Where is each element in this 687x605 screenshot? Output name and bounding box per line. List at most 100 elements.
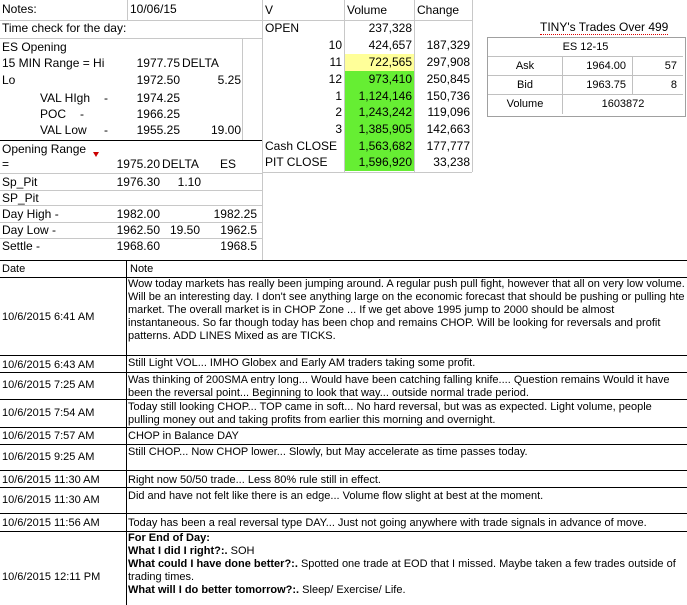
volume-row-change: 250,845 [426, 72, 470, 86]
volume-row-change: 119,096 [427, 105, 471, 119]
day-low-label: Day Low - [2, 223, 57, 237]
log-entry-note: Was thinking of 200SMA entry long... Wou… [128, 374, 670, 399]
val-low-dash: - [104, 123, 108, 137]
volume-col-change: Change [417, 3, 460, 17]
volume-label: Volume [488, 95, 563, 114]
volume-row-label: Cash CLOSE [265, 139, 338, 153]
volume-row-label: 3 [335, 122, 342, 136]
log-entry-note: Still CHOP... Now CHOP lower... Slowly, … [128, 446, 528, 458]
volume-row-label: PIT CLOSE [265, 155, 328, 169]
settle-value: 1968.60 [116, 239, 160, 253]
log-entry-date: 10/6/2015 11:30 AM [2, 494, 100, 506]
log-entry-note: Did and have not felt like there is an e… [128, 490, 544, 502]
did-right-label: What I did I right?:. [128, 545, 228, 557]
log-col-date: Date [2, 263, 26, 275]
volume-row-change: 142,663 [426, 122, 470, 136]
do-better-label: What will I do better tomorrow?:. [128, 584, 300, 596]
range-hi-value: 1977.75 [136, 56, 180, 70]
volume-row-change: 177,777 [426, 139, 470, 153]
volume-col-v: V [265, 3, 274, 17]
day-low-delta: 19.50 [169, 223, 200, 237]
volume-value: 1603872 [601, 98, 645, 110]
opening-range-value: 1975.20 [116, 157, 160, 171]
volume-row-change: 297,908 [426, 55, 470, 69]
did-right-text: SOH [227, 545, 255, 557]
log-entry-date: 10/6/2015 7:57 AM [2, 430, 95, 442]
volume-row-volume: 1,596,920 [345, 154, 414, 171]
date-value: 10/06/15 [130, 2, 177, 16]
lo-delta: 5.25 [217, 73, 241, 87]
volume-row-label: OPEN [265, 21, 300, 35]
log-entry-note: Today has been a real reversal type DAY.… [128, 517, 647, 529]
contract-label: ES 12-15 [488, 38, 683, 57]
volume-row-label: 11 [329, 55, 342, 69]
opening-range-label: Opening Range [2, 142, 87, 156]
bid-label: Bid [488, 76, 563, 95]
val-high-dash: - [104, 91, 108, 105]
log-col-note: Note [130, 263, 154, 275]
day-high-label: Day High - [2, 207, 59, 221]
val-low-value: 1955.25 [136, 123, 180, 137]
log-entry-note: Today still looking CHOP... TOP came in … [128, 401, 652, 426]
day-low-value: 1962.50 [116, 223, 160, 237]
ask-size: 57 [633, 57, 683, 76]
volume-row-label: 1 [335, 89, 342, 103]
volume-row-change: 187,329 [426, 38, 470, 52]
range-label: 15 MIN Range = Hi [2, 56, 105, 70]
volume-row-volume: 237,328 [368, 21, 412, 35]
log-entry-note: Right now 50/50 trade... Less 80% rule s… [128, 474, 381, 486]
settle-label: Settle - [2, 239, 41, 253]
volume-row-volume: 973,410 [345, 71, 414, 88]
tiny-trades-panel: ES 12-15 Ask 1964.00 57 Bid 1963.75 8 Vo… [487, 37, 686, 117]
log-entry-note: For End of Day: What I did I right?:. SO… [128, 532, 686, 597]
done-better-label: What could I have done better?:. [128, 558, 298, 570]
lo-value: 1972.50 [136, 73, 180, 87]
settle-es: 1968.5 [220, 239, 257, 253]
poc-value: 1966.25 [136, 107, 180, 121]
volume-row-label: 10 [328, 38, 342, 52]
val-low-label: VAL Low [40, 123, 87, 137]
volume-row-volume: 1,563,682 [345, 138, 414, 155]
tiny-trades-title: TINY's Trades Over 499 [540, 20, 669, 35]
range-es-label: ES [220, 157, 237, 171]
log-entry-date: 10/6/2015 12:11 PM [2, 571, 101, 583]
range-delta-label: DELTA [162, 157, 199, 171]
sp-pit-delta: 1.10 [177, 175, 201, 189]
bid-price: 1963.75 [563, 76, 633, 95]
sp-pit-value: 1976.30 [116, 175, 160, 189]
volume-row-change: 33,238 [433, 155, 470, 169]
do-better-text: Sleep/ Exercise/ Life. [299, 584, 406, 596]
day-high-es: 1982.25 [213, 207, 257, 221]
volume-row-volume: 1,385,905 [345, 121, 414, 138]
log-entry-date: 10/6/2015 6:43 AM [2, 359, 95, 371]
volume-row-label: 2 [335, 105, 342, 119]
volume-row-label: 12 [328, 72, 342, 86]
notes-label: Notes: [2, 2, 37, 16]
val-high-label: VAL HIgh [40, 91, 91, 105]
bid-size: 8 [633, 76, 683, 95]
es-opening-label: ES Opening [2, 40, 67, 54]
log-entry-date: 10/6/2015 11:30 AM [2, 474, 100, 486]
sp-pit-label: Sp_Pit [2, 175, 38, 189]
val-high-value: 1974.25 [136, 91, 180, 105]
ask-label: Ask [488, 57, 563, 76]
day-low-es: 1962.5 [220, 223, 257, 237]
volume-row-change: 150,736 [426, 89, 470, 103]
volume-row-volume: 1,243,242 [345, 104, 414, 121]
ask-price: 1964.00 [563, 57, 633, 76]
log-entry-date: 10/6/2015 11:56 AM [2, 517, 100, 529]
volume-row-volume: 1,124,146 [345, 88, 414, 105]
poc-label: POC [40, 107, 67, 121]
val-low-delta: 19.00 [210, 123, 241, 137]
volume-col-volume: Volume [347, 3, 388, 17]
log-entry-note: Still Light VOL... IMHO Globex and Early… [128, 357, 476, 369]
volume-row-volume: 722,565 [345, 54, 414, 71]
end-of-day-heading: For End of Day: [128, 532, 210, 544]
time-check-label: Time check for the day: [2, 21, 127, 35]
log-entry-date: 10/6/2015 9:25 AM [2, 451, 95, 463]
day-high-value: 1982.00 [116, 207, 160, 221]
delta-label: DELTA [182, 56, 219, 70]
log-entry-note: CHOP in Balance DAY [128, 430, 239, 442]
log-entry-note: Wow today markets has really been jumpin… [128, 278, 685, 342]
volume-row-volume: 424,657 [368, 38, 412, 52]
